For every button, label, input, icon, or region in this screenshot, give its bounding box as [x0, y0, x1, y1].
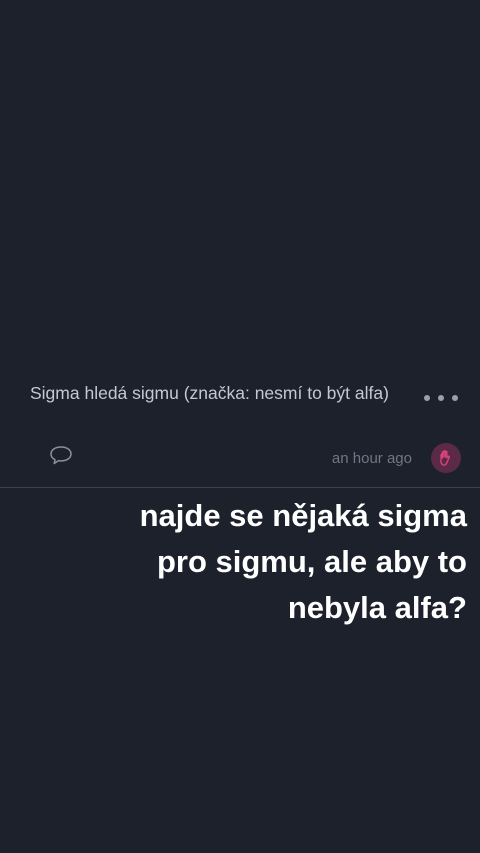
more-options-button[interactable] — [424, 390, 458, 406]
caption-line: pro sigmu, ale aby to — [156, 544, 467, 579]
caption-line: najde se nějaká sigma — [139, 498, 467, 533]
post-card: Sigma hledá sigmu (značka: nesmí to být … — [0, 370, 480, 487]
comment-button[interactable] — [48, 444, 76, 468]
timestamp: an hour ago — [331, 450, 412, 467]
ellipsis-icon — [438, 395, 444, 401]
reaction-button[interactable] — [431, 443, 461, 473]
hand-icon — [440, 450, 450, 466]
ellipsis-icon — [452, 395, 458, 401]
post-text: Sigma hledá sigmu (značka: nesmí to být … — [30, 383, 389, 403]
overlay-caption: najde se nějaká sigma pro sigmu, ale aby… — [47, 493, 467, 631]
ellipsis-icon — [424, 395, 430, 401]
caption-line: nebyla alfa? — [287, 590, 467, 625]
speech-bubble-icon — [50, 446, 72, 465]
divider — [0, 487, 480, 488]
